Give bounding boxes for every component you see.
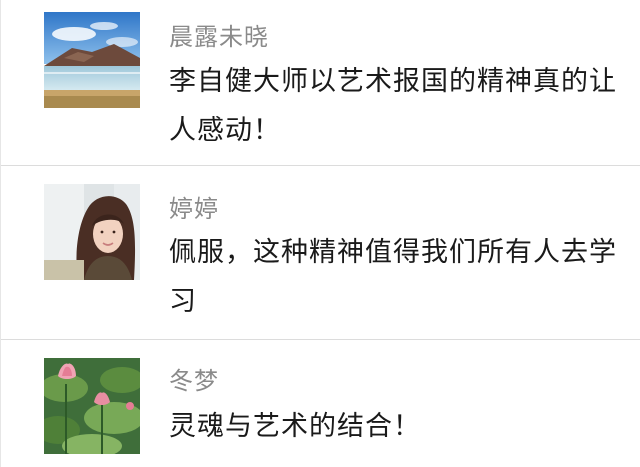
landscape-avatar-icon [44, 12, 140, 108]
avatar[interactable] [44, 12, 140, 108]
author-name[interactable]: 晨露未晓 [169, 22, 269, 52]
comment-feed: 晨露未晓 李自健大师以艺术报国的精神真的让人感动！ 婷婷 佩服，这种精神值得我们… [0, 0, 640, 467]
author-name[interactable]: 冬梦 [169, 366, 219, 396]
portrait-avatar-icon [44, 184, 140, 280]
comment-item: 冬梦 灵魂与艺术的结合！ [1, 340, 640, 467]
author-name[interactable]: 婷婷 [169, 194, 219, 224]
avatar[interactable] [44, 358, 140, 454]
comment-item: 婷婷 佩服，这种精神值得我们所有人去学习 [1, 166, 640, 340]
comment-text: 佩服，这种精神值得我们所有人去学习 [169, 237, 617, 317]
lotus-avatar-icon [44, 358, 140, 454]
comment-item: 晨露未晓 李自健大师以艺术报国的精神真的让人感动！ [1, 0, 640, 166]
comment-text: 灵魂与艺术的结合！ [169, 411, 421, 442]
avatar[interactable] [44, 184, 140, 280]
comment-text: 李自健大师以艺术报国的精神真的让人感动！ [169, 66, 617, 146]
